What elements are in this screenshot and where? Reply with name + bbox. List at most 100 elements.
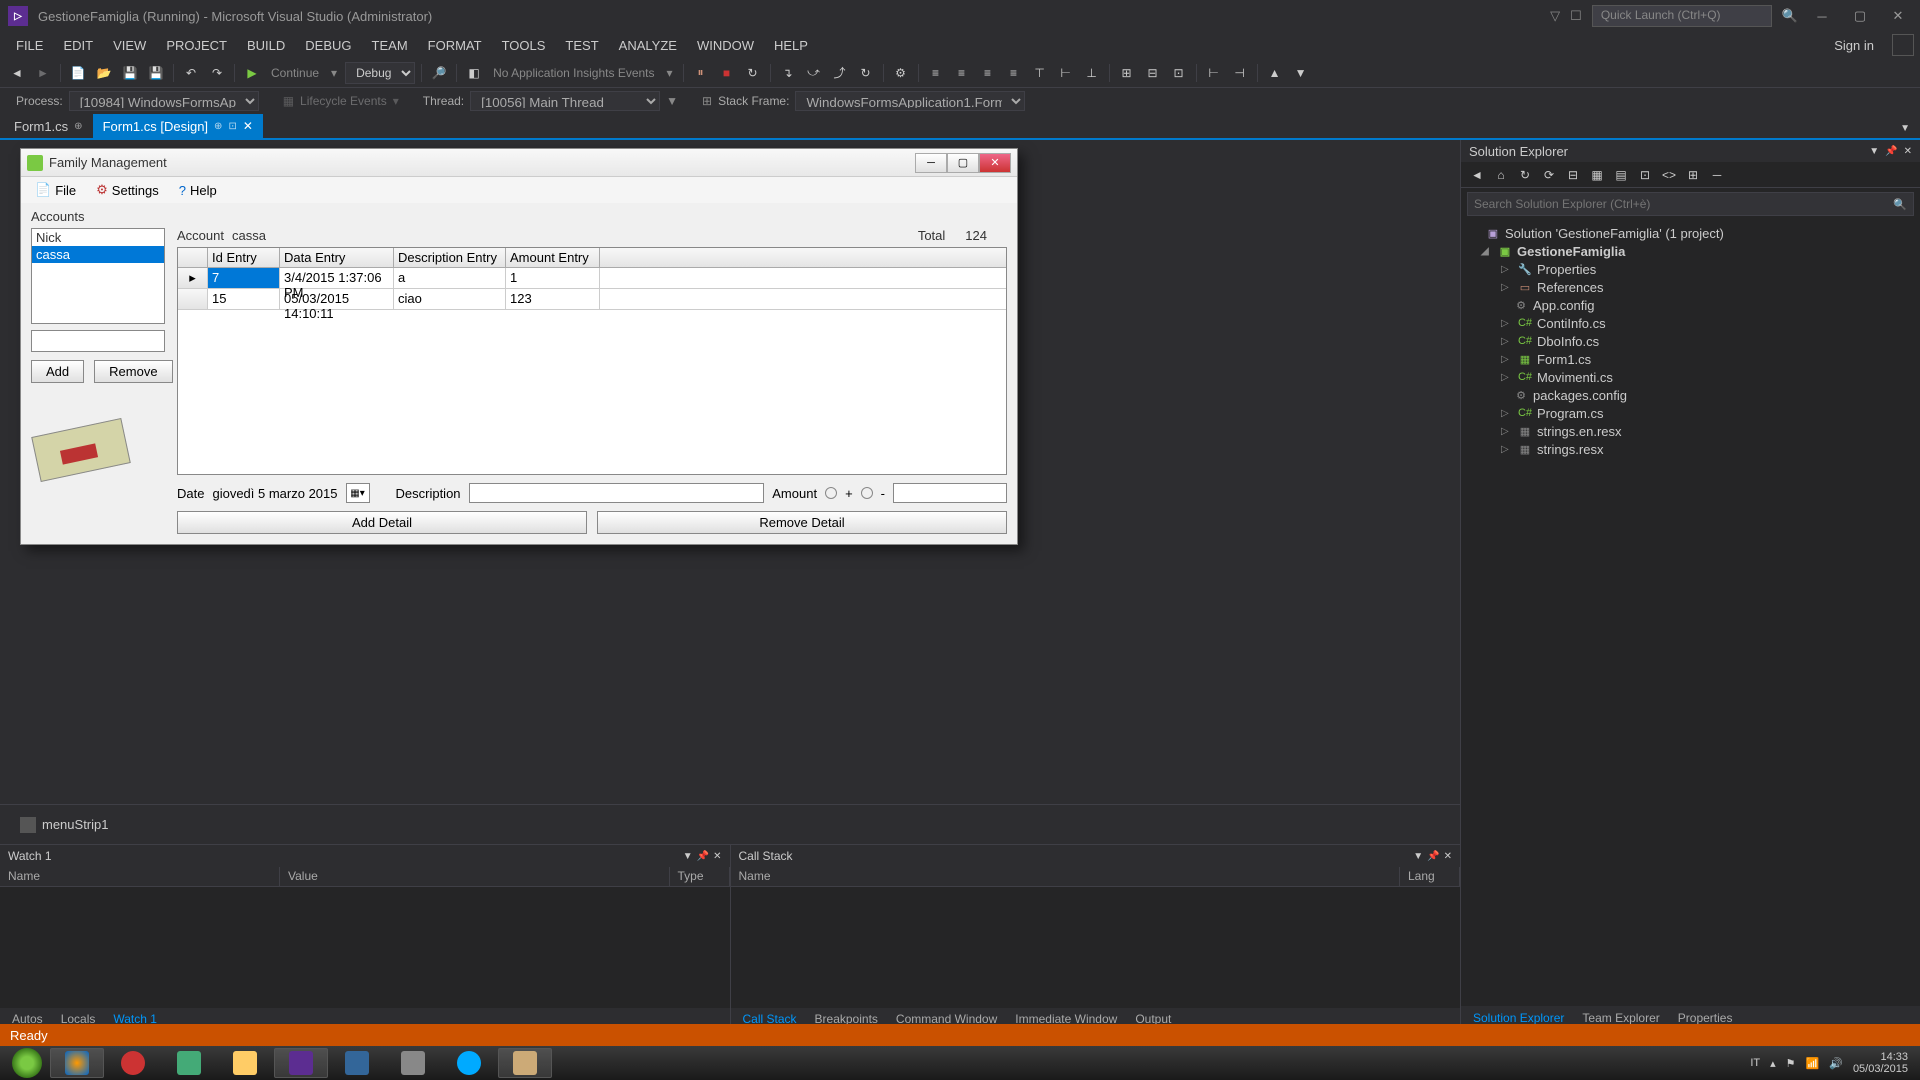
- col-name[interactable]: Name: [0, 867, 280, 886]
- save-icon[interactable]: 💾: [119, 62, 141, 84]
- panel-dropdown-icon[interactable]: ▼: [1413, 851, 1423, 862]
- step-over-icon[interactable]: ⤻: [803, 62, 825, 84]
- col-type[interactable]: Type: [670, 867, 730, 886]
- col-lang[interactable]: Lang: [1400, 867, 1460, 886]
- taskbar-explorer[interactable]: [218, 1048, 272, 1078]
- sol-view-icon[interactable]: <>: [1659, 165, 1679, 185]
- sol-search-input[interactable]: [1474, 197, 1893, 211]
- quick-launch-input[interactable]: Quick Launch (Ctrl+Q): [1592, 5, 1772, 27]
- menu-format[interactable]: FORMAT: [418, 34, 492, 57]
- panel-pin-icon[interactable]: 📌: [1427, 851, 1439, 862]
- sol-home-icon[interactable]: ⌂: [1491, 165, 1511, 185]
- thread-combo[interactable]: [10056] Main Thread: [470, 91, 660, 111]
- align-top-icon[interactable]: ⊤: [1029, 62, 1051, 84]
- process-combo[interactable]: [10984] WindowsFormsApplication: [69, 91, 259, 111]
- taskbar-app4[interactable]: [498, 1048, 552, 1078]
- tree-file[interactable]: ▷ ▦ strings.resx: [1461, 440, 1920, 458]
- taskbar-visualstudio[interactable]: [274, 1048, 328, 1078]
- tree-file[interactable]: ⚙ packages.config: [1461, 386, 1920, 404]
- list-item-selected[interactable]: cassa: [32, 246, 164, 263]
- description-input[interactable]: [469, 483, 765, 503]
- sol-collapse-icon[interactable]: ⊟: [1563, 165, 1583, 185]
- redo-icon[interactable]: ↷: [206, 62, 228, 84]
- filter-icon[interactable]: ▼: [666, 94, 678, 108]
- sol-preview-icon[interactable]: ⊡: [1635, 165, 1655, 185]
- insights-label[interactable]: No Application Insights Events: [489, 66, 658, 80]
- maximize-button[interactable]: ▢: [1846, 6, 1874, 26]
- date-value[interactable]: giovedì 5 marzo 2015: [212, 486, 337, 501]
- tree-project[interactable]: ◢ ▣ GestioneFamiglia: [1461, 242, 1920, 260]
- pin-icon[interactable]: ⊕: [74, 121, 82, 132]
- sol-back-icon[interactable]: ◄: [1467, 165, 1487, 185]
- sol-min-icon[interactable]: ─: [1707, 165, 1727, 185]
- align-right-icon[interactable]: ≡: [1003, 62, 1025, 84]
- taskbar-app3[interactable]: [386, 1048, 440, 1078]
- col-value[interactable]: Value: [280, 867, 670, 886]
- tray-volume-icon[interactable]: 🔊: [1829, 1057, 1843, 1070]
- close-tab-icon[interactable]: ✕: [243, 119, 253, 133]
- align-mid-icon[interactable]: ⊢: [1055, 62, 1077, 84]
- add-detail-button[interactable]: Add Detail: [177, 511, 587, 534]
- open-icon[interactable]: 📂: [93, 62, 115, 84]
- form-menu-settings[interactable]: ⚙ Settings: [86, 179, 169, 201]
- watch-body[interactable]: [0, 887, 730, 1008]
- spacing-icon[interactable]: ⊢: [1203, 62, 1225, 84]
- step-out-icon[interactable]: ⤴: [829, 62, 851, 84]
- designer-form[interactable]: Family Management ─ ▢ ✕ 📄 File ⚙ Setting…: [20, 148, 1018, 545]
- taskbar-opera[interactable]: [106, 1048, 160, 1078]
- tree-solution[interactable]: ▣ Solution 'GestioneFamiglia' (1 project…: [1461, 224, 1920, 242]
- sol-search-box[interactable]: 🔍: [1467, 192, 1914, 216]
- table-row[interactable]: 15 05/03/2015 14:10:11 ciao 123: [178, 289, 1006, 310]
- remove-button[interactable]: Remove: [94, 360, 172, 383]
- config-combo[interactable]: Debug: [345, 62, 415, 84]
- tab-form1-cs[interactable]: Form1.cs ⊕: [4, 114, 93, 138]
- lifecycle-icon[interactable]: ▦: [283, 94, 294, 108]
- new-project-icon[interactable]: 📄: [67, 62, 89, 84]
- menu-help[interactable]: HELP: [764, 34, 818, 57]
- minus-radio[interactable]: [861, 487, 873, 499]
- search-icon[interactable]: 🔍: [1893, 198, 1907, 211]
- menu-file[interactable]: FILE: [6, 34, 53, 57]
- tool-icon[interactable]: ⚙: [890, 62, 912, 84]
- send-back-icon[interactable]: ▼: [1290, 62, 1312, 84]
- nav-back-icon[interactable]: ◄: [6, 62, 28, 84]
- step-icon[interactable]: ↻: [855, 62, 877, 84]
- tree-file[interactable]: ▷ C# ContiInfo.cs: [1461, 314, 1920, 332]
- sol-sync-icon[interactable]: ↻: [1515, 165, 1535, 185]
- sol-toggle-icon[interactable]: ⊞: [1683, 165, 1703, 185]
- sol-showall-icon[interactable]: ▦: [1587, 165, 1607, 185]
- search-icon[interactable]: 🔍: [1782, 8, 1798, 24]
- sign-in-link[interactable]: Sign in: [1824, 34, 1884, 57]
- taskbar-skype[interactable]: [442, 1048, 496, 1078]
- start-button[interactable]: [12, 1048, 42, 1078]
- date-picker-icon[interactable]: ▦▾: [346, 483, 370, 503]
- table-row[interactable]: ▸ 7 3/4/2015 1:37:06 PM a 1: [178, 268, 1006, 289]
- clock[interactable]: 14:33 05/03/2015: [1853, 1051, 1908, 1075]
- add-button[interactable]: Add: [31, 360, 84, 383]
- panel-pin-icon[interactable]: 📌: [1885, 146, 1897, 157]
- panel-pin-icon[interactable]: 📌: [697, 851, 709, 862]
- accounts-listbox[interactable]: Nick cassa: [31, 228, 165, 324]
- step-into-icon[interactable]: ↴: [777, 62, 799, 84]
- sol-properties-icon[interactable]: ▤: [1611, 165, 1631, 185]
- remove-detail-button[interactable]: Remove Detail: [597, 511, 1007, 534]
- minimize-button[interactable]: ─: [1808, 6, 1836, 26]
- account-name-input[interactable]: [31, 330, 165, 352]
- col-id[interactable]: Id Entry: [208, 248, 280, 267]
- undo-icon[interactable]: ↶: [180, 62, 202, 84]
- panel-close-icon[interactable]: ✕: [1444, 851, 1452, 862]
- col-name[interactable]: Name: [731, 867, 1401, 886]
- form-menu-file[interactable]: 📄 File: [25, 179, 86, 201]
- tree-file[interactable]: ▷ C# Program.cs: [1461, 404, 1920, 422]
- save-all-icon[interactable]: 💾: [145, 62, 167, 84]
- align-bot-icon[interactable]: ⊥: [1081, 62, 1103, 84]
- insights-icon[interactable]: ◧: [463, 62, 485, 84]
- tree-appconfig[interactable]: ⚙ App.config: [1461, 296, 1920, 314]
- close-button[interactable]: ✕: [1884, 6, 1912, 26]
- component-tray[interactable]: menuStrip1: [0, 804, 1460, 844]
- amount-input[interactable]: [893, 483, 1007, 503]
- bring-front-icon[interactable]: ▲: [1264, 62, 1286, 84]
- tray-arrow-icon[interactable]: ▴: [1770, 1057, 1776, 1070]
- panel-close-icon[interactable]: ✕: [713, 851, 721, 862]
- col-amount[interactable]: Amount Entry: [506, 248, 600, 267]
